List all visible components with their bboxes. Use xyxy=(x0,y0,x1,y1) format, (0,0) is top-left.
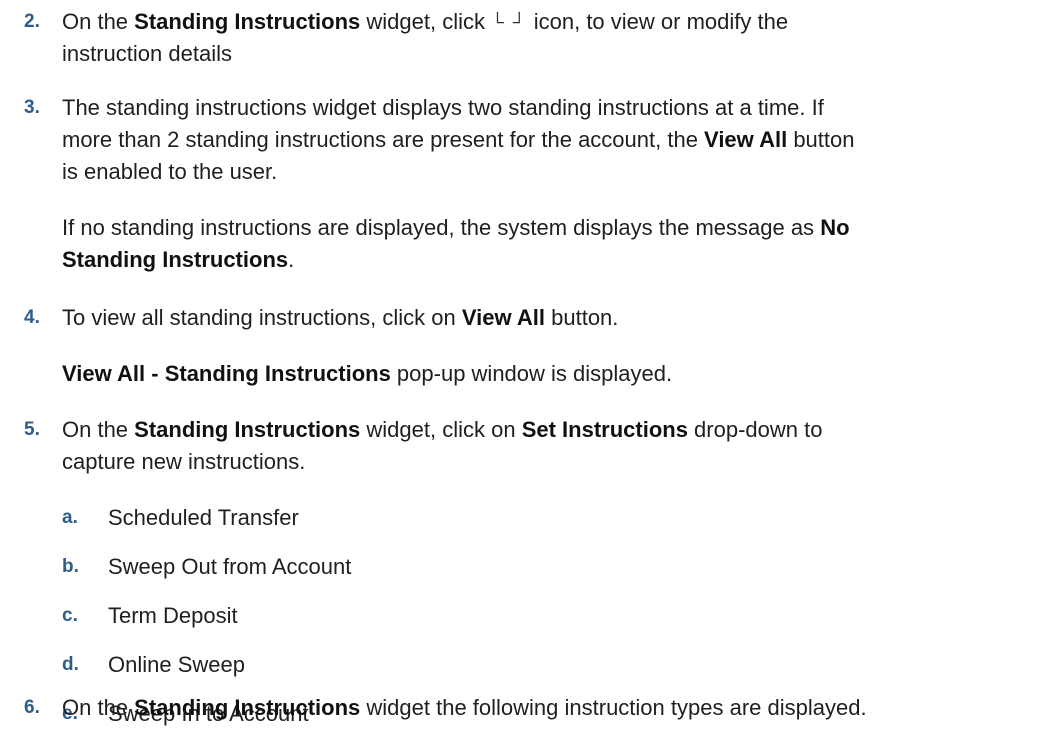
step-text-line: The standing instructions widget display… xyxy=(62,95,824,120)
sub-item-text: Sweep Out from Account xyxy=(108,554,352,579)
bold-term: Standing Instructions xyxy=(134,417,361,442)
expand-icon: └ ┘ xyxy=(491,12,528,32)
step-number: 5. xyxy=(24,419,40,440)
bold-term: View All xyxy=(461,305,546,330)
sub-item-text: Term Deposit xyxy=(108,603,238,628)
bold-term: Standing Instructions xyxy=(134,9,361,34)
bold-term: Set Instructions xyxy=(521,417,688,442)
text-run: more than 2 standing instructions are pr… xyxy=(62,127,705,152)
text-run: pop-up window is displayed. xyxy=(390,361,673,386)
step-text-line: more than 2 standing instructions are pr… xyxy=(62,124,1002,156)
step-paragraph: If no standing instructions are displaye… xyxy=(62,212,1002,244)
bold-term: Standing Instructions xyxy=(134,695,361,720)
sub-item-letter: a. xyxy=(62,507,78,528)
step-text: On the Standing Instructions widget, cli… xyxy=(62,6,1002,38)
bold-term: No xyxy=(820,215,850,240)
text-run: button xyxy=(787,127,855,152)
step-text: To view all standing instructions, click… xyxy=(62,302,1002,334)
step-text-line: capture new instructions. xyxy=(62,449,306,474)
bold-term: View All xyxy=(704,127,788,152)
text-run: . xyxy=(288,247,295,272)
text-run: On the xyxy=(62,417,135,442)
bold-term: View All - Standing Instructions xyxy=(62,361,391,386)
step-paragraph: View All - Standing Instructions pop-up … xyxy=(62,358,1002,390)
text-run: widget, click on xyxy=(360,417,522,442)
step-number: 4. xyxy=(24,307,40,328)
text-run: On the xyxy=(62,9,135,34)
step-text: On the Standing Instructions widget, cli… xyxy=(62,414,1002,446)
step-paragraph-line: Standing Instructions. xyxy=(62,244,1002,276)
sub-item-letter: c. xyxy=(62,605,78,626)
step-text-line: instruction details xyxy=(62,41,232,66)
step-number: 2. xyxy=(24,11,40,32)
sub-item-letter: b. xyxy=(62,556,79,577)
text-run: On the xyxy=(62,695,135,720)
text-run: widget, click xyxy=(360,9,492,34)
step-text-line: is enabled to the user. xyxy=(62,159,278,184)
sub-item-text: Online Sweep xyxy=(108,652,245,677)
text-run: If no standing instructions are displaye… xyxy=(62,215,821,240)
text-run: drop-down to xyxy=(687,417,823,442)
step-number: 6. xyxy=(24,697,40,718)
sub-item-letter: d. xyxy=(62,654,79,675)
document-page: 2. On the Standing Instructions widget, … xyxy=(0,0,1042,726)
bold-term: Standing Instructions xyxy=(62,247,289,272)
text-run: To view all standing instructions, click… xyxy=(62,305,462,330)
step-number: 3. xyxy=(24,97,40,118)
step-text: On the Standing Instructions widget the … xyxy=(62,692,1042,724)
text-run: icon, to view or modify the xyxy=(527,9,789,34)
text-run: button. xyxy=(545,305,619,330)
sub-item-text: Scheduled Transfer xyxy=(108,505,299,530)
text-run: widget the following instruction types a… xyxy=(360,695,867,720)
